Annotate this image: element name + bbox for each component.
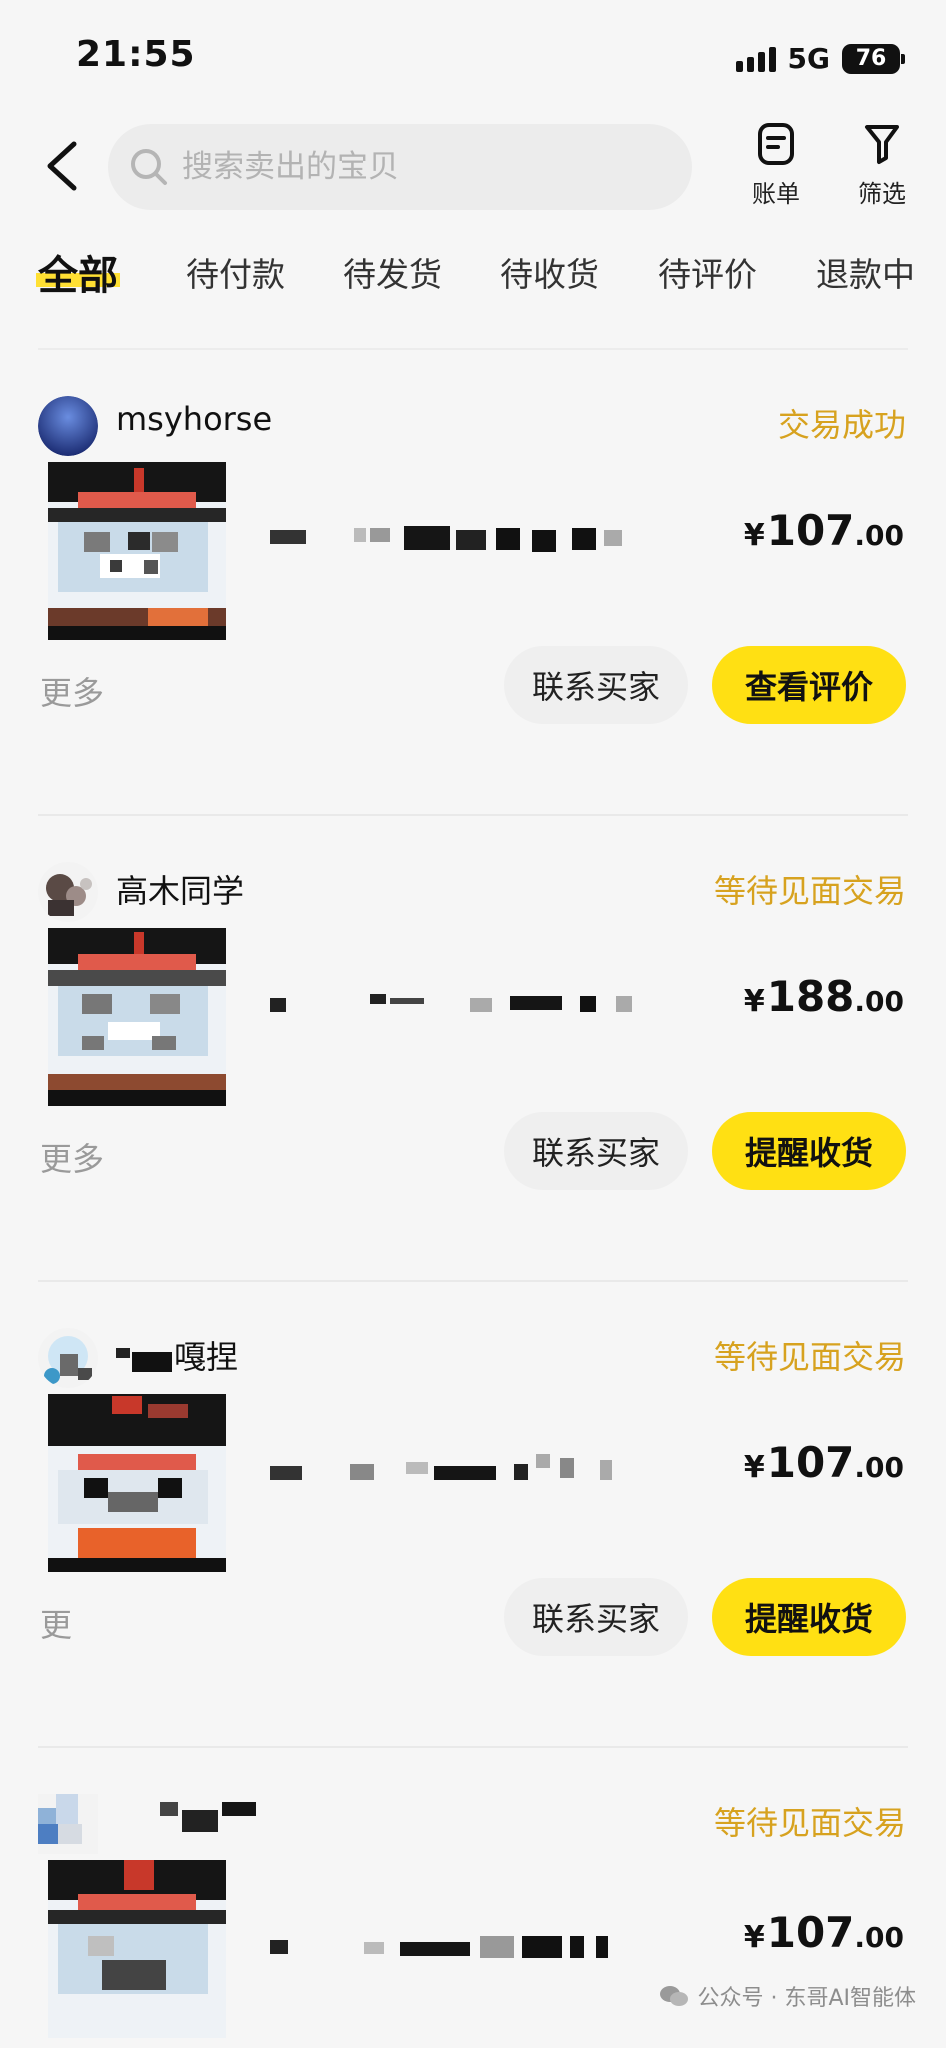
order-tabs: 全部 待付款 待发货 待收货 待评价 退款中 — [0, 236, 946, 308]
more-link[interactable]: 更 — [40, 1600, 72, 1646]
back-icon[interactable] — [36, 136, 92, 196]
filter-button[interactable]: 筛选 — [842, 122, 922, 222]
tab-pending-review[interactable]: 待评价 — [658, 236, 757, 308]
price: ¥ 107 .00 — [744, 1908, 904, 1957]
tab-refunding[interactable]: 退款中 — [816, 236, 915, 308]
remind-receipt-button[interactable]: 提醒收货 — [712, 1112, 906, 1190]
avatar — [38, 396, 98, 456]
product-thumbnail[interactable] — [48, 462, 226, 640]
filter-label: 筛选 — [858, 180, 906, 208]
bill-icon — [758, 123, 794, 165]
product-title-redacted — [270, 526, 622, 552]
avatar — [38, 862, 98, 922]
header: 账单 筛选 — [0, 110, 946, 226]
contact-buyer-button[interactable]: 联系买家 — [504, 1578, 688, 1656]
order-status: 等待见面交易 — [713, 1804, 906, 1842]
price-decimal: .00 — [854, 1921, 904, 1954]
product-thumbnail[interactable] — [48, 1860, 226, 2038]
watermark-text: 公众号 · 东哥AI智能体 — [697, 1986, 916, 2011]
contact-buyer-button[interactable]: 联系买家 — [504, 1112, 688, 1190]
price-decimal: .00 — [854, 985, 904, 1018]
product-title-redacted — [270, 994, 632, 1012]
order-status: 等待见面交易 — [713, 872, 906, 910]
search-box[interactable] — [108, 124, 692, 210]
tab-all[interactable]: 全部 — [36, 236, 120, 308]
order-card[interactable]: msyhorse 交易成功 ¥ 107 .00 更多 联系买家 查看评价 — [0, 350, 946, 816]
more-link[interactable]: 更多 — [40, 1134, 104, 1180]
buyer-name: msyhorse — [116, 400, 273, 438]
order-card[interactable]: 嘎捏 等待见面交易 ¥ 107 .00 更 联系买家 提醒收货 — [0, 1282, 946, 1748]
view-review-button[interactable]: 查看评价 — [712, 646, 906, 724]
currency-symbol: ¥ — [743, 1450, 765, 1485]
status-time: 21:55 — [76, 34, 196, 75]
currency-symbol: ¥ — [743, 1920, 765, 1955]
contact-buyer-button[interactable]: 联系买家 — [504, 646, 688, 724]
order-status: 等待见面交易 — [713, 1338, 906, 1376]
price: ¥ 188 .00 — [744, 972, 904, 1021]
redacted-block — [116, 1348, 172, 1372]
search-icon — [131, 149, 167, 185]
avatar — [38, 1328, 98, 1388]
signal-icon — [735, 46, 776, 72]
price-integer: 107 — [766, 506, 855, 555]
currency-symbol: ¥ — [743, 984, 765, 1019]
filter-icon — [865, 125, 899, 164]
product-thumbnail[interactable] — [48, 928, 226, 1106]
product-title-redacted — [270, 1936, 608, 1958]
product-thumbnail[interactable] — [48, 1394, 226, 1572]
status-bar: 21:55 5G 76 — [0, 0, 946, 110]
buyer-name: 高木同学 — [116, 872, 245, 910]
price: ¥ 107 .00 — [744, 1438, 904, 1487]
network-type: 5G — [787, 42, 830, 75]
buyer-name-redacted — [160, 1802, 256, 1832]
bill-label: 账单 — [752, 180, 800, 208]
bill-button[interactable]: 账单 — [736, 122, 816, 222]
wechat-icon — [660, 1986, 689, 2006]
buyer-name: 嘎捏 — [116, 1332, 238, 1378]
order-status: 交易成功 — [777, 406, 906, 444]
order-card[interactable]: 高木同学 等待见面交易 ¥ 188 .00 更多 联系买家 提醒收货 — [0, 816, 946, 1282]
search-input[interactable] — [182, 149, 682, 185]
currency-symbol: ¥ — [743, 518, 765, 553]
watermark: 公众号 · 东哥AI智能体 — [659, 1980, 916, 2012]
tab-pending-receipt[interactable]: 待收货 — [500, 236, 599, 308]
price-decimal: .00 — [854, 519, 904, 552]
price-integer: 107 — [766, 1908, 855, 1957]
price: ¥ 107 .00 — [744, 506, 904, 555]
avatar — [38, 1794, 98, 1854]
price-integer: 188 — [766, 972, 855, 1021]
battery-icon: 76 — [842, 43, 905, 74]
price-integer: 107 — [766, 1438, 855, 1487]
tab-pending-payment[interactable]: 待付款 — [186, 236, 285, 308]
remind-receipt-button[interactable]: 提醒收货 — [712, 1578, 906, 1656]
tab-pending-shipment[interactable]: 待发货 — [343, 236, 442, 308]
status-indicators: 5G 76 — [735, 42, 905, 75]
product-title-redacted — [270, 1454, 612, 1480]
more-link[interactable]: 更多 — [40, 668, 104, 714]
price-decimal: .00 — [854, 1451, 904, 1484]
